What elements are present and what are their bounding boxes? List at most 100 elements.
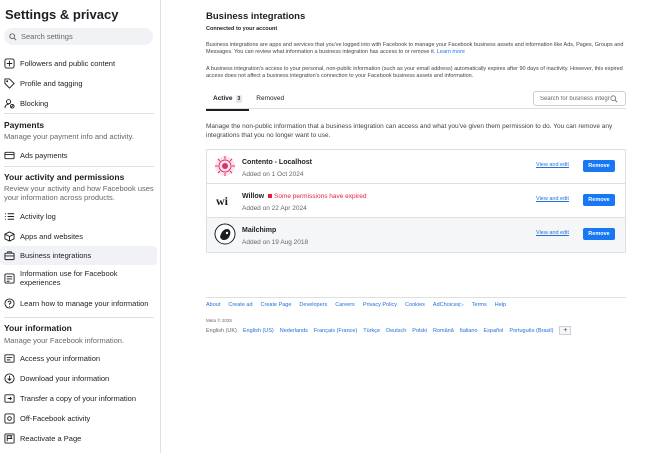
divider xyxy=(4,166,154,167)
description-2: A business integration's access to your … xyxy=(206,66,623,79)
integration-date: Added on 19 Aug 2018 xyxy=(242,239,309,246)
footer-link[interactable]: Help xyxy=(495,302,506,308)
list-icon xyxy=(4,212,15,220)
language-link[interactable]: Polski xyxy=(412,328,427,334)
language-link[interactable]: Türkçe xyxy=(363,328,380,334)
search-icon xyxy=(610,94,618,102)
section-heading-payments: Payments xyxy=(4,120,45,130)
info-box-icon xyxy=(4,272,15,284)
sidebar-item-activity-log[interactable]: Activity log xyxy=(0,209,157,223)
business-search[interactable] xyxy=(533,91,626,106)
sidebar-item-label: Profile and tagging xyxy=(20,78,83,88)
sidebar-item-profile-tagging[interactable]: Profile and tagging xyxy=(0,76,157,90)
footer-link[interactable]: About xyxy=(206,302,220,308)
remove-button[interactable]: Remove xyxy=(583,228,615,240)
integration-row: Contento - Localhost Added on 1 Oct 2024… xyxy=(207,150,625,184)
sidebar-item-learn-manage[interactable]: Learn how to manage your information xyxy=(0,293,157,313)
tab-label: Removed xyxy=(256,95,285,102)
language-link[interactable]: Nederlands xyxy=(280,328,308,334)
language-link[interactable]: Italiano xyxy=(460,328,478,334)
tab-divider xyxy=(206,108,626,109)
view-edit-link[interactable]: View and edit xyxy=(536,230,569,236)
footer-link[interactable]: Careers xyxy=(335,302,355,308)
help-chat-icon xyxy=(4,297,15,309)
view-edit-link[interactable]: View and edit xyxy=(536,162,569,168)
settings-sidebar: Settings & privacy Followers and public … xyxy=(0,0,161,453)
language-link[interactable]: Deutsch xyxy=(386,328,406,334)
footer-links: About Create ad Create Page Developers C… xyxy=(206,302,506,308)
search-icon xyxy=(9,32,17,41)
sidebar-item-label: Reactivate a Page xyxy=(20,433,82,443)
sidebar-item-followers[interactable]: Followers and public content xyxy=(0,56,157,70)
sidebar-item-label: Transfer a copy of your information xyxy=(20,393,137,403)
footer-link-adchoices[interactable]: AdChoices▷ xyxy=(433,302,464,308)
settings-search-input[interactable] xyxy=(21,32,141,41)
section-sub-info: Manage your Facebook information. xyxy=(4,336,125,345)
sidebar-item-label: Off-Facebook activity xyxy=(20,413,91,423)
language-link[interactable]: Français (France) xyxy=(314,328,357,334)
briefcase-icon xyxy=(4,251,15,261)
footer-link-label: AdChoices xyxy=(432,302,460,308)
language-link[interactable]: Español xyxy=(484,328,504,334)
footer-link[interactable]: Create Page xyxy=(261,302,292,308)
footer-link[interactable]: Privacy Policy xyxy=(363,302,397,308)
permission-warning: Some permissions have expired xyxy=(268,193,367,200)
sidebar-item-business-integrations[interactable]: Business integrations xyxy=(0,246,157,265)
sidebar-item-access-info[interactable]: Access your information xyxy=(0,351,157,365)
sidebar-item-off-facebook[interactable]: Off-Facebook activity xyxy=(0,411,157,425)
sidebar-item-transfer-info[interactable]: Transfer a copy of your information xyxy=(0,391,157,405)
divider xyxy=(4,317,154,318)
sidebar-item-label: Ads payments xyxy=(20,150,68,160)
description-text: Business integrations are apps and servi… xyxy=(206,42,624,55)
transfer-icon xyxy=(4,393,15,403)
main-content: Business integrations Connected to your … xyxy=(161,0,670,453)
sidebar-item-label: Followers and public content xyxy=(20,58,116,68)
tab-label: Active xyxy=(213,95,233,102)
integrations-list: Contento - Localhost Added on 1 Oct 2024… xyxy=(206,149,626,253)
language-link[interactable]: English (US) xyxy=(243,328,274,334)
tag-icon xyxy=(4,77,15,89)
footer-link[interactable]: Developers xyxy=(299,302,327,308)
sidebar-item-label: Learn how to manage your information xyxy=(20,298,149,308)
sidebar-item-label: Activity log xyxy=(20,211,56,221)
integration-name: Willow xyxy=(242,193,265,200)
sidebar-item-reactivate-page[interactable]: Reactivate a Page xyxy=(0,431,157,445)
manage-text: Manage the non-public information that a… xyxy=(206,123,613,139)
sidebar-item-ads-payments[interactable]: Ads payments xyxy=(0,148,157,162)
integration-date: Added on 1 Oct 2024 xyxy=(242,171,304,178)
business-search-input[interactable] xyxy=(540,95,610,102)
followers-icon xyxy=(4,57,15,69)
footer-link[interactable]: Cookies xyxy=(405,302,425,308)
integration-row: Mailchimp Added on 19 Aug 2018 View and … xyxy=(207,218,625,252)
off-facebook-icon xyxy=(4,412,15,424)
cube-icon xyxy=(4,230,15,242)
willow-logo-icon: wi xyxy=(216,194,229,208)
remove-button[interactable]: Remove xyxy=(583,160,615,172)
settings-search[interactable] xyxy=(4,28,153,45)
section-sub-activity: Review your activity and how Facebook us… xyxy=(4,184,154,202)
sidebar-item-information-use[interactable]: Information use for Facebook experiences xyxy=(0,268,157,288)
footer-link[interactable]: Terms xyxy=(472,302,487,308)
language-link[interactable]: Português (Brasil) xyxy=(509,328,553,334)
block-user-icon xyxy=(4,98,15,109)
sidebar-item-blocking[interactable]: Blocking xyxy=(0,96,157,110)
view-edit-link[interactable]: View and edit xyxy=(536,196,569,202)
page-title: Business integrations xyxy=(206,11,306,22)
sidebar-item-apps-websites[interactable]: Apps and websites xyxy=(0,229,157,243)
divider xyxy=(4,113,154,114)
remove-button[interactable]: Remove xyxy=(583,194,615,206)
adchoices-icon: ▷ xyxy=(459,302,464,308)
footer-divider xyxy=(206,297,626,298)
learn-more-link[interactable]: Learn more xyxy=(437,49,465,55)
integration-row: wi Willow Some permissions have expired … xyxy=(207,184,625,218)
language-link[interactable]: Română xyxy=(433,328,454,334)
sidebar-item-download-info[interactable]: Download your information xyxy=(0,371,157,385)
copyright: Meta © 2025 xyxy=(206,318,232,323)
integration-name: Mailchimp xyxy=(242,227,277,234)
contento-logo-icon xyxy=(215,156,235,176)
page-subtitle: Connected to your account xyxy=(206,26,278,32)
sidebar-item-label: Access your information xyxy=(20,353,101,363)
footer-link[interactable]: Create ad xyxy=(228,302,252,308)
sidebar-item-label: Business integrations xyxy=(20,251,92,260)
more-languages-button[interactable]: + xyxy=(559,326,572,335)
